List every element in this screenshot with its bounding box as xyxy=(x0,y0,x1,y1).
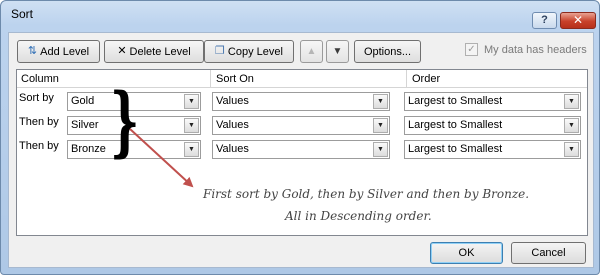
order-value: Largest to Smallest xyxy=(408,95,503,107)
brace-icon: } xyxy=(110,76,140,165)
column-value: Bronze xyxy=(71,143,106,155)
options-label: Options... xyxy=(363,45,412,58)
sort-on-value: Values xyxy=(216,95,249,107)
order-value: Largest to Smallest xyxy=(408,119,503,131)
dialog-body: ⇅ Add Level ✕ Delete Level ❐ Copy Level … xyxy=(8,32,594,268)
column-value: Gold xyxy=(71,95,95,107)
order-select[interactable]: Largest to Smallest ▼ xyxy=(404,92,581,111)
order-value: Largest to Smallest xyxy=(408,143,503,155)
annotation-line-1: First sort by Gold, then by Silver and t… xyxy=(203,187,530,201)
column-value: Silver xyxy=(71,119,99,131)
options-button[interactable]: Options... xyxy=(354,40,421,63)
chevron-down-icon[interactable]: ▼ xyxy=(184,118,199,133)
sort-on-select[interactable]: Values ▼ xyxy=(212,140,390,159)
header-column: Column xyxy=(21,73,59,85)
sort-levels-grid: Column Sort On Order Sort by Gold ▼ Valu… xyxy=(16,69,588,236)
move-down-button[interactable]: ▼ xyxy=(326,40,349,63)
row-label: Then by xyxy=(19,116,59,128)
add-level-label: Add Level xyxy=(40,45,90,58)
delete-icon: ✕ xyxy=(117,45,127,57)
chevron-down-icon[interactable]: ▼ xyxy=(373,94,388,109)
header-sort-on: Sort On xyxy=(216,73,254,85)
close-button[interactable]: ✕ xyxy=(560,12,596,29)
order-select[interactable]: Largest to Smallest ▼ xyxy=(404,116,581,135)
move-up-button[interactable]: ▲ xyxy=(300,40,323,63)
header-divider xyxy=(210,70,211,88)
dialog-title: Sort xyxy=(11,7,34,21)
sort-on-select[interactable]: Values ▼ xyxy=(212,92,390,111)
my-data-has-headers[interactable]: ✓ My data has headers xyxy=(465,43,587,56)
ok-button[interactable]: OK xyxy=(430,242,503,264)
cancel-button[interactable]: Cancel xyxy=(511,242,586,264)
chevron-down-icon[interactable]: ▼ xyxy=(184,94,199,109)
row-label: Sort by xyxy=(19,92,54,104)
row-label: Then by xyxy=(19,140,59,152)
headers-label: My data has headers xyxy=(484,43,587,56)
chevron-down-icon[interactable]: ▼ xyxy=(564,118,579,133)
sort-on-value: Values xyxy=(216,119,249,131)
chevron-down-icon[interactable]: ▼ xyxy=(184,142,199,157)
copy-level-label: Copy Level xyxy=(227,45,283,58)
grid-header: Column Sort On Order xyxy=(17,70,587,88)
copy-icon: ❐ xyxy=(215,45,225,57)
sort-on-select[interactable]: Values ▼ xyxy=(212,116,390,135)
header-order: Order xyxy=(412,73,441,85)
chevron-down-icon[interactable]: ▼ xyxy=(373,142,388,157)
chevron-down-icon[interactable]: ▼ xyxy=(564,142,579,157)
order-select[interactable]: Largest to Smallest ▼ xyxy=(404,140,581,159)
header-divider xyxy=(406,70,407,88)
sort-on-value: Values xyxy=(216,143,249,155)
annotation-line-2: All in Descending order. xyxy=(285,209,432,223)
chevron-down-icon[interactable]: ▼ xyxy=(373,118,388,133)
help-button[interactable]: ? xyxy=(532,12,557,29)
add-level-icon: ⇅ xyxy=(27,45,38,57)
headers-checkbox[interactable]: ✓ xyxy=(465,43,478,56)
copy-level-button[interactable]: ❐ Copy Level xyxy=(204,40,294,63)
delete-level-label: Delete Level xyxy=(129,45,191,58)
triangle-up-icon: ▲ xyxy=(306,46,317,57)
add-level-button[interactable]: ⇅ Add Level xyxy=(17,40,100,63)
sort-dialog: Sort ? ✕ ⇅ Add Level ✕ Delete Level ❐ Co… xyxy=(0,0,600,275)
chevron-down-icon[interactable]: ▼ xyxy=(564,94,579,109)
triangle-down-icon: ▼ xyxy=(332,46,343,57)
delete-level-button[interactable]: ✕ Delete Level xyxy=(104,40,204,63)
